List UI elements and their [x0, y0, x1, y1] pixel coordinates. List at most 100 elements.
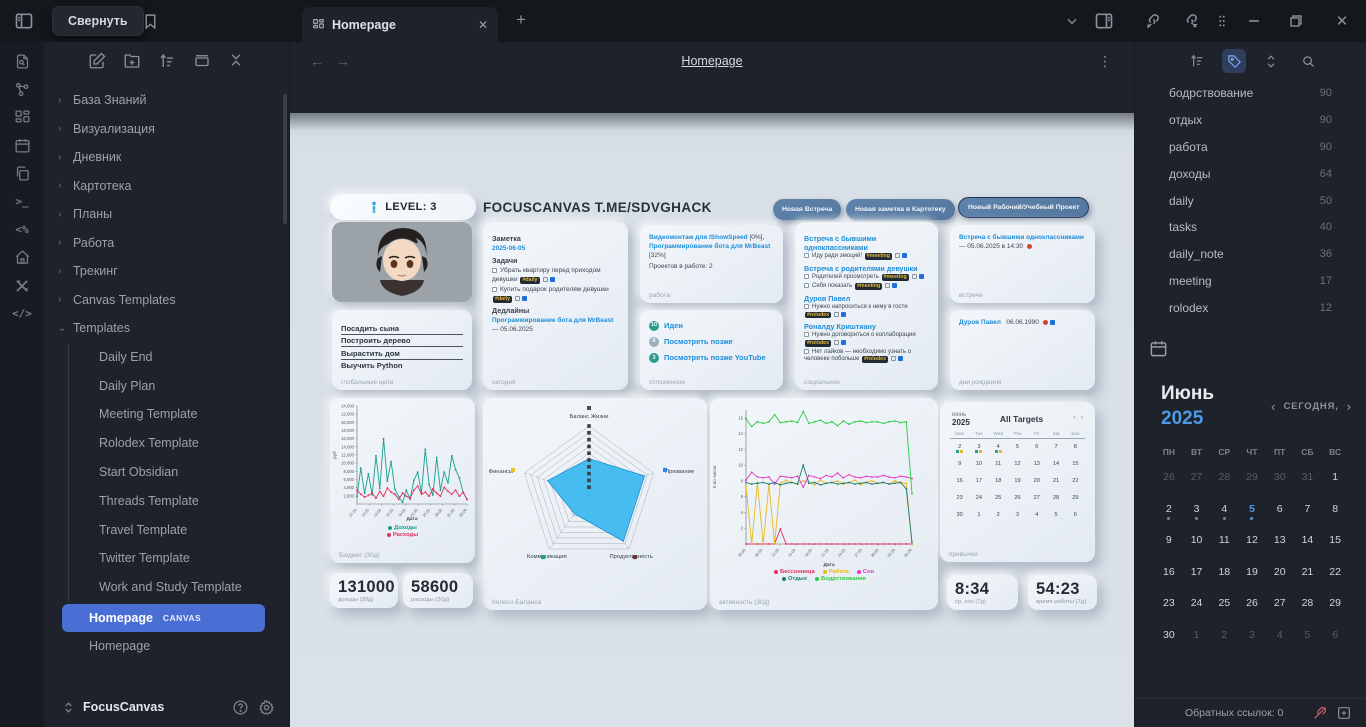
calendar-pane-tab-icon[interactable]: [1149, 339, 1173, 363]
folder-item-Templates[interactable]: ⌄Templates: [50, 314, 289, 343]
sort-icon[interactable]: [1185, 49, 1209, 73]
balance-wheel-card[interactable]: Баланс ЖизниПризваниеПродуктивностьКомму…: [483, 398, 707, 610]
tag-row-daily[interactable]: daily50: [1135, 187, 1366, 214]
calendar-day-2[interactable]: 2: [1210, 625, 1238, 657]
sort-order-icon[interactable]: [158, 52, 176, 70]
canvas-area[interactable]: LEVEL: 3 FOCUSCANVAS T.ME/SDVGHACK Новая…: [290, 113, 1134, 727]
calendar-day-4[interactable]: 4: [1210, 499, 1238, 531]
habits-day[interactable]: 4: [1027, 507, 1046, 524]
folder-item-База Знаний[interactable]: ›База Знаний: [50, 86, 289, 115]
today-card[interactable]: Заметка2025-06-05ЗадачиУбрать квартиру п…: [483, 222, 628, 390]
calendar-day-18[interactable]: 18: [1210, 562, 1238, 594]
templater-icon[interactable]: <%: [9, 220, 35, 239]
habits-day[interactable]: 1: [969, 507, 988, 524]
calendar-day-21[interactable]: 21: [1294, 562, 1322, 594]
tag-chip[interactable]: #rolodex: [805, 340, 831, 347]
habits-day[interactable]: 12: [1008, 456, 1027, 473]
calendar-day-30[interactable]: 30: [1155, 625, 1183, 657]
worktime-stat-card[interactable]: 54:23 время работы (7д): [1028, 575, 1097, 610]
task-item[interactable]: Родителей просмотреть #meeting: [804, 274, 929, 282]
calendar-day-6[interactable]: 6: [1321, 625, 1349, 657]
calendar-day-10[interactable]: 10: [1183, 530, 1211, 562]
deferred-item[interactable]: 3Посмотреть позже YouTube: [649, 353, 774, 363]
collapse-all-icon[interactable]: [228, 52, 246, 70]
calendar-day-3[interactable]: 3: [1238, 625, 1266, 657]
grip-dots-icon[interactable]: [1210, 9, 1234, 33]
left-sidebar-toggle-icon[interactable]: [12, 9, 36, 33]
expand-collapse-icon[interactable]: [1259, 49, 1283, 73]
calendar-day-4[interactable]: 4: [1266, 625, 1294, 657]
calendar-day-12[interactable]: 12: [1238, 530, 1266, 562]
terminal-icon[interactable]: >_: [9, 192, 35, 211]
calendar-day-29[interactable]: 29: [1238, 467, 1266, 499]
file-item-Meeting Template[interactable]: Meeting Template: [69, 400, 289, 429]
calendar-day-26[interactable]: 26: [1238, 593, 1266, 625]
calendar-day-19[interactable]: 19: [1238, 562, 1266, 594]
task-item[interactable]: Нужно напроситься к нему в гости #rolode…: [804, 304, 929, 319]
folder-item-Дневник[interactable]: ›Дневник: [50, 143, 289, 172]
calendar-day-27[interactable]: 27: [1183, 467, 1211, 499]
folder-item-Картотека[interactable]: ›Картотека: [50, 172, 289, 201]
checkbox-icon[interactable]: [492, 268, 497, 273]
calendar-day-11[interactable]: 11: [1210, 530, 1238, 562]
checkbox-icon[interactable]: [804, 349, 809, 354]
new-project-button[interactable]: Новый Рабочий/Учебный Проект: [958, 197, 1089, 218]
deferred-item[interactable]: 0Посмотреть позже: [649, 337, 774, 347]
habits-day[interactable]: 15: [1066, 456, 1085, 473]
forward-arrow-icon[interactable]: →: [330, 53, 356, 69]
more-options-icon[interactable]: ⋮: [1098, 53, 1112, 70]
habits-day[interactable]: 5: [1008, 439, 1027, 456]
calendar-prev-icon[interactable]: ‹: [1271, 399, 1275, 414]
tag-chip[interactable]: #rolodex: [862, 356, 888, 363]
habits-day[interactable]: 22: [1066, 473, 1085, 490]
project-link[interactable]: Программирование бота для MrBeast: [649, 243, 770, 250]
calendar-year[interactable]: 2025: [1161, 407, 1214, 432]
calendar-day-1[interactable]: 1: [1321, 467, 1349, 499]
checkbox-icon[interactable]: [804, 332, 809, 337]
habits-day[interactable]: 2: [950, 439, 969, 456]
canvas-new-icon[interactable]: [9, 108, 35, 127]
habits-day[interactable]: 21: [1046, 473, 1065, 490]
deferred-item[interactable]: 10Идеи: [649, 321, 774, 331]
calendar-day-31[interactable]: 31: [1294, 467, 1322, 499]
work-card[interactable]: Видеомонтаж для IShowSpeed [0%],Программ…: [640, 225, 783, 303]
calendar-day-29[interactable]: 29: [1321, 593, 1349, 625]
tag-pane-icon[interactable]: [1222, 49, 1246, 73]
tag-chip[interactable]: #daily: [493, 296, 512, 303]
calendar-today-label[interactable]: СЕГОДНЯ,: [1283, 401, 1338, 412]
habits-day[interactable]: 2: [989, 507, 1008, 524]
restore-window-icon[interactable]: [1284, 9, 1308, 33]
budget-chart-card[interactable]: 2,0004,0006,0008,00010,00012,00014,00016…: [330, 398, 475, 563]
goals-card[interactable]: Посадить сынаПостроить деревоВырастить д…: [332, 310, 472, 390]
search-icon[interactable]: [1296, 49, 1320, 73]
graph-view-icon[interactable]: [9, 80, 35, 99]
outgoing-links-icon[interactable]: [1178, 9, 1202, 33]
calendar-day-15[interactable]: 15: [1321, 530, 1349, 562]
calendar-day-24[interactable]: 24: [1183, 593, 1211, 625]
home-icon[interactable]: [9, 248, 35, 267]
habits-day[interactable]: 29: [1066, 490, 1085, 507]
file-item-Rolodex Template[interactable]: Rolodex Template: [69, 429, 289, 458]
habits-day[interactable]: 23: [950, 490, 969, 507]
checkbox-icon[interactable]: [804, 304, 809, 309]
calendar-day-20[interactable]: 20: [1266, 562, 1294, 594]
habits-card[interactable]: июнь2025 All Targets ‹ › MonTueWedThuFri…: [940, 402, 1095, 562]
code-icon[interactable]: </>: [9, 304, 35, 323]
calendar-day-26[interactable]: 26: [1155, 467, 1183, 499]
habits-day[interactable]: 14: [1046, 456, 1065, 473]
folder-item-Визуализация[interactable]: ›Визуализация: [50, 115, 289, 144]
tag-row-rolodex[interactable]: rolodex12: [1135, 294, 1366, 321]
checkbox-icon[interactable]: [804, 274, 809, 279]
tag-row-meeting[interactable]: meeting17: [1135, 268, 1366, 295]
calendar-icon[interactable]: [9, 136, 35, 155]
back-arrow-icon[interactable]: ←: [304, 53, 330, 69]
task-item[interactable]: Иду ради эмоций! #meeting: [804, 253, 929, 261]
file-item-Travel Template[interactable]: Travel Template: [69, 515, 289, 544]
unlinked-mentions-icon[interactable]: [1312, 705, 1328, 721]
deferred-card[interactable]: 10Идеи 0Посмотреть позже 3Посмотреть позже…: [640, 310, 783, 390]
habits-day[interactable]: 8: [1066, 439, 1085, 456]
calendar-day-1[interactable]: 1: [1183, 625, 1211, 657]
tag-chip[interactable]: #rolodex: [805, 312, 831, 319]
folder-item-Canvas Templates[interactable]: ›Canvas Templates: [50, 286, 289, 315]
card-link[interactable]: 2025-06-05: [492, 245, 619, 254]
